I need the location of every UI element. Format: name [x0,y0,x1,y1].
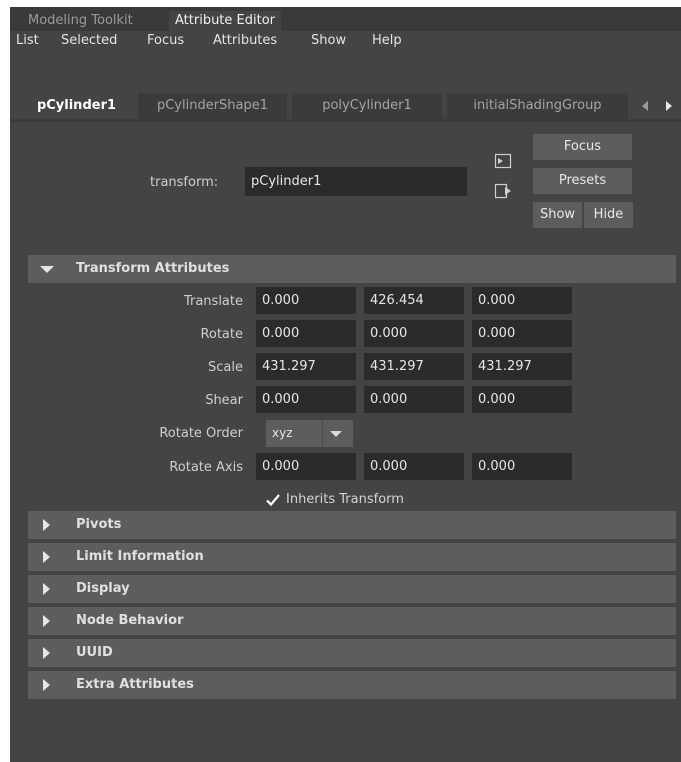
inherits-transform-label: Inherits Transform [286,492,404,507]
rotate-x-field[interactable]: 0.000 [256,320,356,347]
section-extra-attributes[interactable]: Extra Attributes [28,671,676,699]
collapsed-arrow-icon [43,583,50,595]
section-title: Extra Attributes [76,677,194,692]
transform-label: transform: [150,175,219,190]
collapsed-arrow-icon [43,679,50,691]
section-title: Limit Information [76,549,204,564]
tab-pcylinder1[interactable]: pCylinder1 [20,93,133,119]
load-selected-icon[interactable] [494,153,512,169]
menu-attributes[interactable]: Attributes [213,33,277,48]
attribute-editor-panel: Modeling Toolkit Attribute Editor List S… [10,7,681,762]
section-title: Transform Attributes [76,261,230,276]
scroll-left-icon[interactable] [642,101,648,111]
tab-modeling-toolkit[interactable]: Modeling Toolkit [22,11,139,31]
rotate-z-field[interactable]: 0.000 [472,320,572,347]
section-pivots[interactable]: Pivots [28,511,676,539]
collapsed-arrow-icon [43,519,50,531]
presets-button[interactable]: Presets [533,168,632,194]
copy-tab-icon[interactable] [494,183,512,199]
menu-list[interactable]: List [16,33,39,48]
section-title: Pivots [76,517,122,532]
dropdown-separator [322,420,323,447]
shear-y-field[interactable]: 0.000 [364,386,464,413]
chevron-down-icon [330,431,342,437]
menu-show[interactable]: Show [311,33,346,48]
translate-x-field[interactable]: 0.000 [256,287,356,314]
rotate-axis-label: Rotate Axis [169,460,243,475]
shear-z-field[interactable]: 0.000 [472,386,572,413]
tab-attribute-editor[interactable]: Attribute Editor [169,11,282,31]
tab-pcylindershape1[interactable]: pCylinderShape1 [138,93,287,119]
rotate-axis-y-field[interactable]: 0.000 [364,453,464,480]
section-limit-information[interactable]: Limit Information [28,543,676,571]
rotate-order-label: Rotate Order [159,426,243,441]
tab-polycylinder1[interactable]: polyCylinder1 [292,93,442,119]
section-uuid[interactable]: UUID [28,639,676,667]
scale-y-field[interactable]: 431.297 [364,353,464,380]
checkmark-icon [266,494,280,507]
scale-z-field[interactable]: 431.297 [472,353,572,380]
focus-button[interactable]: Focus [533,134,632,160]
hide-button[interactable]: Hide [584,202,633,228]
translate-z-field[interactable]: 0.000 [472,287,572,314]
expanded-arrow-icon [40,266,54,273]
rotate-order-value: xyz [272,426,293,440]
section-title: UUID [76,645,113,660]
collapsed-arrow-icon [43,647,50,659]
tab-divider [10,119,681,122]
menu-bar: List Selected Focus Attributes Show Help [10,31,681,53]
section-transform-attributes[interactable]: Transform Attributes [28,255,676,283]
rotate-y-field[interactable]: 0.000 [364,320,464,347]
menu-selected[interactable]: Selected [61,33,117,48]
top-tab-strip: Modeling Toolkit Attribute Editor [10,7,681,31]
collapsed-arrow-icon [43,551,50,563]
rotate-axis-z-field[interactable]: 0.000 [472,453,572,480]
section-display[interactable]: Display [28,575,676,603]
section-title: Display [76,581,130,596]
shear-label: Shear [205,393,243,408]
translate-label: Translate [183,294,243,309]
section-title: Node Behavior [76,613,184,628]
transform-name-field[interactable] [245,167,467,196]
tab-initialshadinggroup[interactable]: initialShadingGroup [447,93,628,119]
scroll-right-icon[interactable] [666,101,672,111]
node-tab-strip: pCylinder1 pCylinderShape1 polyCylinder1… [10,93,681,127]
translate-y-field[interactable]: 426.454 [364,287,464,314]
shear-x-field[interactable]: 0.000 [256,386,356,413]
scale-x-field[interactable]: 431.297 [256,353,356,380]
section-node-behavior[interactable]: Node Behavior [28,607,676,635]
transform-attributes-body: Translate 0.000 426.454 0.000 Rotate 0.0… [28,283,676,507]
scale-label: Scale [208,360,243,375]
rotate-axis-x-field[interactable]: 0.000 [256,453,356,480]
show-button[interactable]: Show [533,202,582,228]
rotate-order-dropdown[interactable]: xyz [266,420,353,447]
menu-focus[interactable]: Focus [147,33,184,48]
menu-help[interactable]: Help [372,33,402,48]
collapsed-arrow-icon [43,615,50,627]
rotate-label: Rotate [200,327,243,342]
